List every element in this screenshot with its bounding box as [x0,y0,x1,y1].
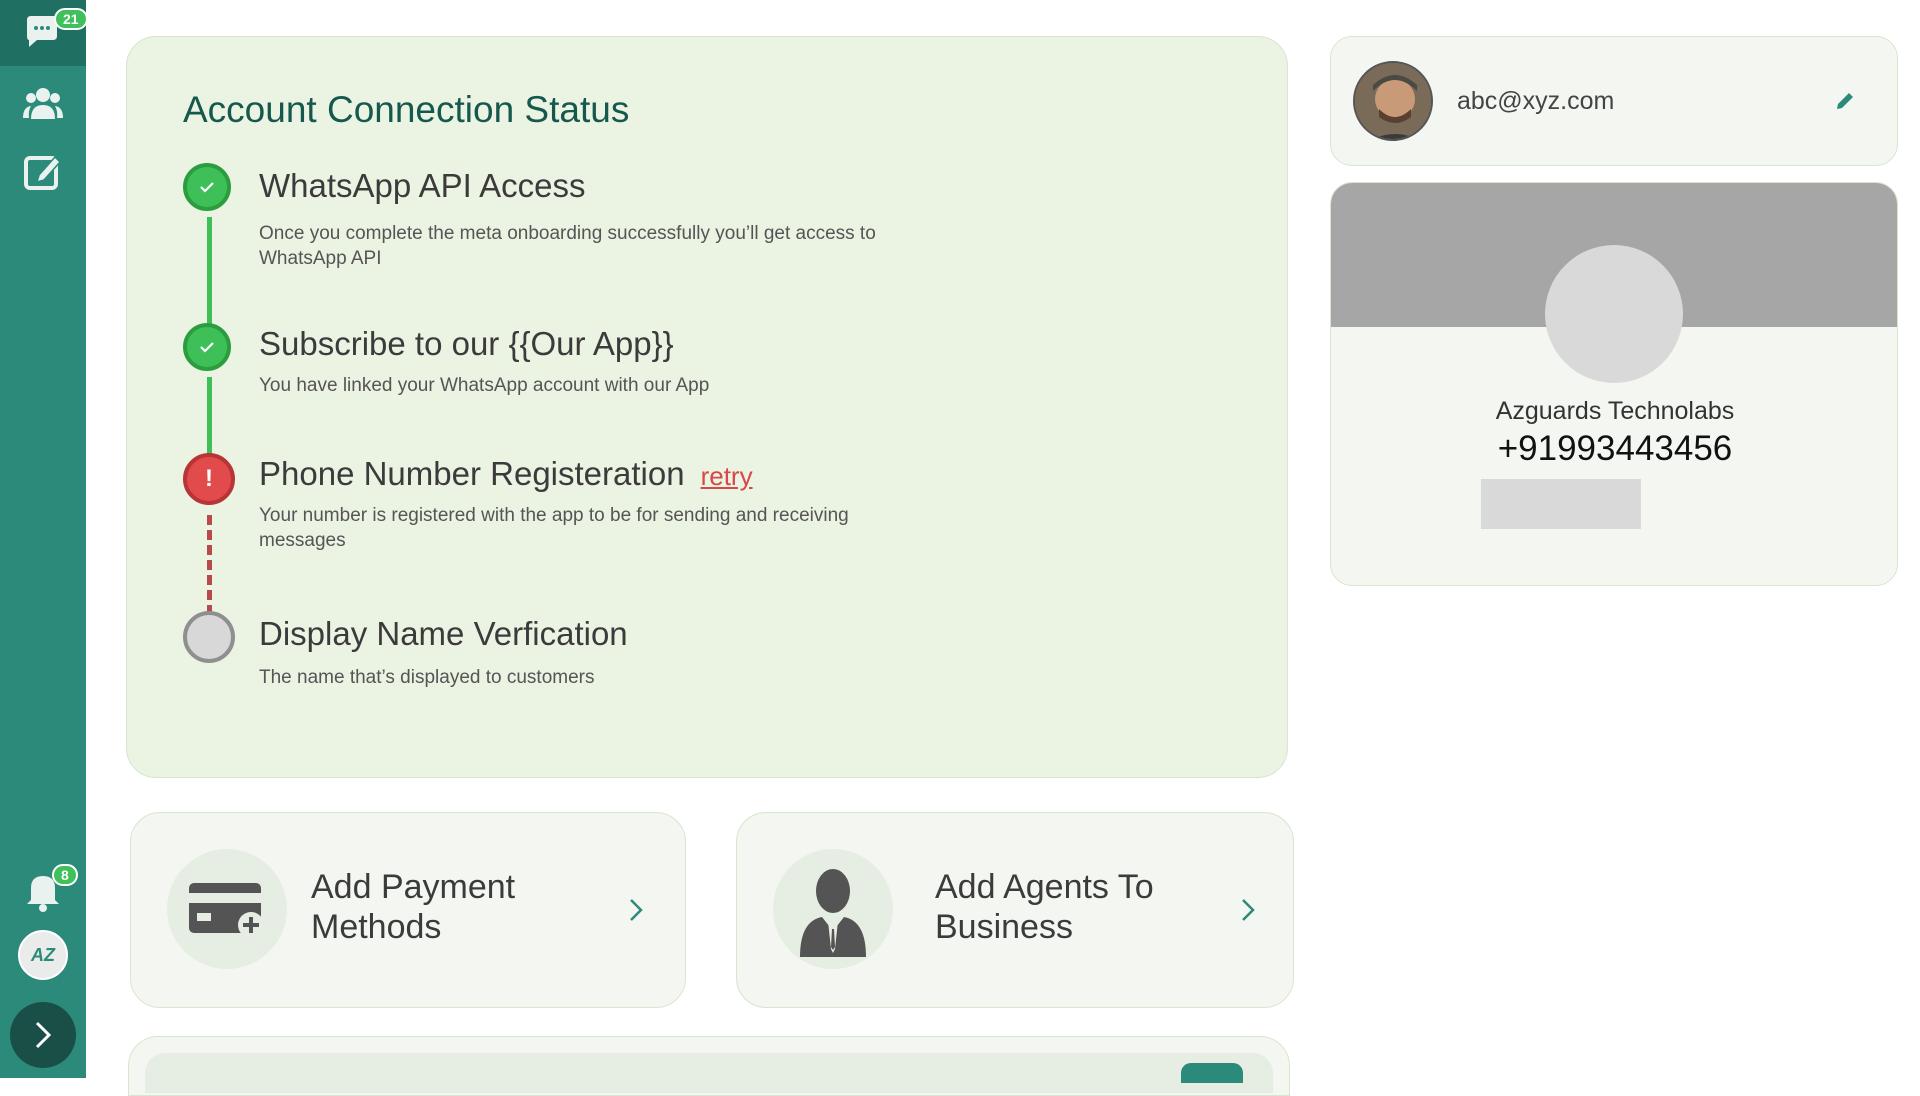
az-logo[interactable]: AZ [18,930,68,980]
business-card: Azguards Technolabs +91993443456 [1330,182,1898,586]
step-pending-marker [183,611,235,663]
add-payment-methods-card[interactable]: Add Payment Methods [130,812,686,1008]
add-agents-to-business-card[interactable]: Add Agents To Business [736,812,1294,1008]
profile-email: abc@xyz.com [1457,87,1615,115]
contacts-icon[interactable] [22,82,64,124]
step-title: WhatsApp API Access [259,167,586,204]
business-avatar [1545,245,1683,383]
business-phone: +91993443456 [1497,429,1733,468]
step-error-marker: ! [183,453,235,505]
credit-card-add-icon [167,849,287,969]
bottom-card [128,1036,1290,1096]
az-logo-text: AZ [31,944,55,965]
account-connection-status-card: Account Connection Status WhatsApp API A… [126,36,1288,778]
step-description: The name that’s displayed to customers [259,667,595,688]
step-description: Your number is registered with the app t… [259,505,849,551]
step-title: Phone Number Registeration [259,455,685,492]
step-complete-marker [183,163,231,211]
chat-badge: 21 [54,8,88,30]
profile-card: abc@xyz.com [1330,36,1898,166]
checkmark-icon [200,182,214,193]
chevron-right-icon [1233,895,1263,925]
step-title-row: Phone Number Registeration retry [259,455,753,493]
error-icon: ! [205,465,213,492]
step-description: You have linked your WhatsApp account wi… [259,375,710,396]
sidebar: 21 8 AZ [0,0,88,1078]
edit-profile-button[interactable] [1833,89,1857,113]
chevron-right-icon [621,895,651,925]
expand-sidebar-button[interactable] [10,1002,76,1068]
edit-icon[interactable] [22,150,64,192]
action-label: Add Payment Methods [311,868,516,946]
agent-person-icon [773,849,893,969]
chevron-right-icon [35,1021,52,1049]
step-title: Subscribe to our {{Our App}} [259,325,674,362]
avatar[interactable] [1353,61,1433,141]
action-label: Add Agents To Business [935,868,1154,946]
step-complete-marker [183,323,231,371]
checkmark-icon [200,342,214,353]
notification-badge: 8 [52,864,78,886]
bottom-card-toggle[interactable] [1181,1063,1243,1083]
business-name: Azguards Technolabs [1495,397,1735,425]
step-title: Display Name Verfication [259,615,628,652]
retry-link[interactable]: retry [701,461,753,491]
pencil-icon [1837,93,1853,109]
bottom-card-inner [145,1053,1273,1093]
business-placeholder-block [1481,479,1641,529]
step-description: Once you complete the meta onboarding su… [259,223,876,269]
status-title: Account Connection Status [183,89,630,130]
